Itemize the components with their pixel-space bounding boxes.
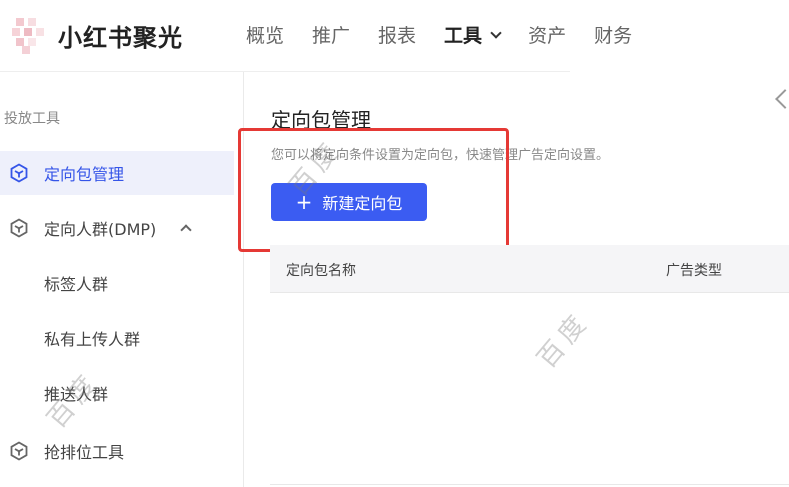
main-content: 定向包管理 您可以将定向条件设置为定向包，快速管理广告定向设置。 + 新建定向包… [238, 72, 789, 487]
sidebar-item-label: 标签人群 [44, 275, 109, 294]
nav-promotion[interactable]: 推广 [312, 22, 350, 50]
sidebar-item-label: 抢排位工具 [44, 443, 125, 462]
nav-finance[interactable]: 财务 [594, 22, 632, 50]
chevron-down-icon [490, 27, 502, 39]
sidebar-item-ranking-tool[interactable]: 抢排位工具 [0, 429, 124, 473]
sidebar: 投放工具 定向包管理 定向人群(DMP) 标签人群 私有上传人群 推送人群 抢排… [0, 72, 244, 487]
sidebar-item-tag-audience[interactable]: 标签人群 [0, 261, 108, 305]
nav-label: 报表 [378, 25, 417, 47]
top-nav: 概览 推广 报表 工具 资产 财务 [246, 22, 660, 50]
sidebar-item-label: 定向人群(DMP) [44, 220, 157, 239]
sidebar-item-private-upload-audience[interactable]: 私有上传人群 [0, 316, 140, 360]
sidebar-item-label: 私有上传人群 [44, 330, 141, 349]
sidebar-item-label: 定向包管理 [44, 165, 125, 184]
nav-label: 工具 [444, 25, 483, 47]
nav-tools[interactable]: 工具 [444, 22, 502, 50]
nav-label: 资产 [528, 25, 567, 47]
nav-label: 概览 [246, 25, 285, 47]
nav-assets[interactable]: 资产 [528, 22, 566, 50]
brand-name[interactable]: 小红书聚光 [58, 18, 183, 53]
table-header: 定向包名称 广告类型 [270, 245, 789, 293]
hexagon-cube-icon [8, 162, 30, 184]
nav-label: 财务 [594, 25, 633, 47]
hexagon-cube-icon [8, 217, 30, 239]
highlight-annotation-box [238, 128, 509, 252]
sidebar-section-title: 投放工具 [4, 111, 60, 127]
table-bottom-divider [270, 484, 789, 485]
nav-reports[interactable]: 报表 [378, 22, 416, 50]
top-header: 小红书聚光 概览 推广 报表 工具 资产 财务 [0, 0, 789, 72]
hexagon-cube-icon [8, 440, 30, 462]
sidebar-item-targeting-package[interactable]: 定向包管理 [0, 151, 234, 195]
brand-logo-icon [12, 18, 46, 54]
column-header-ad-type[interactable]: 广告类型 [666, 260, 722, 280]
nav-label: 推广 [312, 25, 351, 47]
column-header-package-name[interactable]: 定向包名称 [286, 260, 356, 280]
sidebar-item-dmp[interactable]: 定向人群(DMP) [0, 206, 192, 250]
nav-overview[interactable]: 概览 [246, 22, 284, 50]
chevron-up-icon[interactable] [180, 224, 192, 236]
